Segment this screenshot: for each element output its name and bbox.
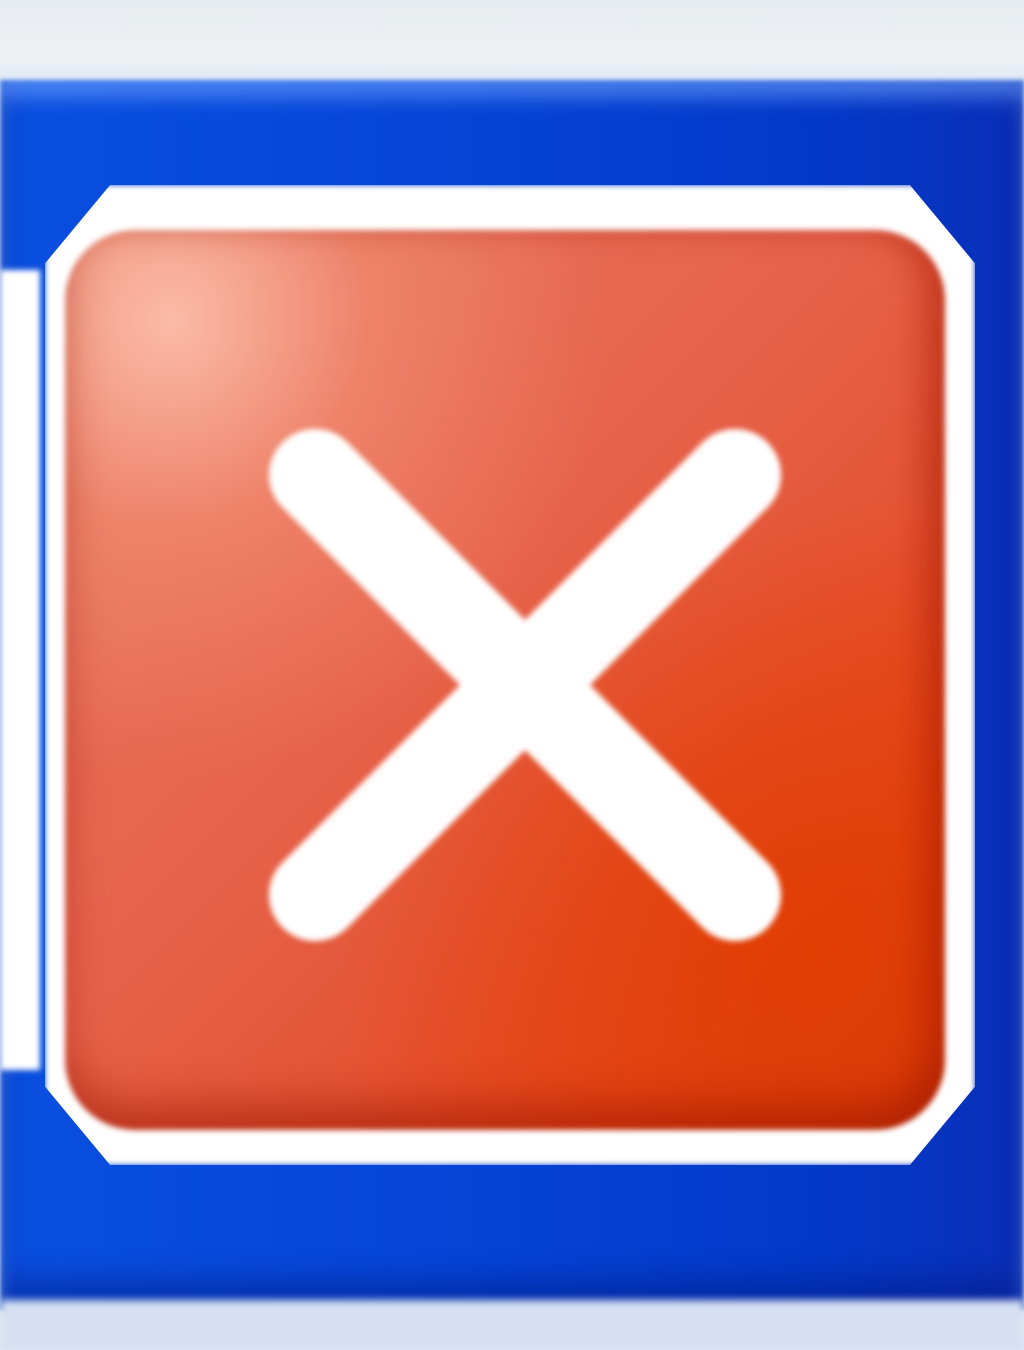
close-icon	[269, 429, 781, 941]
title-bar-highlight	[0, 270, 40, 1070]
close-button[interactable]	[45, 185, 975, 1165]
screen	[0, 0, 1024, 1350]
window-frame-edge	[0, 1300, 1024, 1350]
